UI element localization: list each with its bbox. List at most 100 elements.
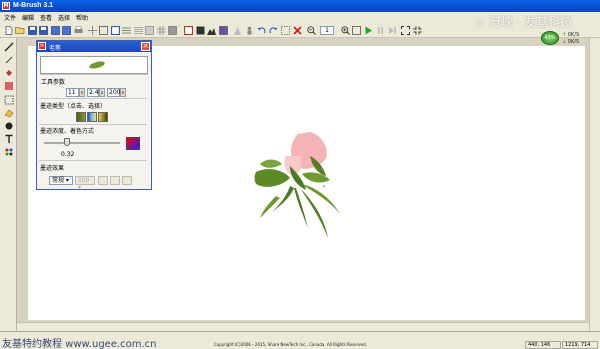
pressure-stepper-icon[interactable]: ⇕ [99,88,105,97]
figure-icon[interactable] [244,25,254,35]
save-icon[interactable] [27,25,37,35]
grid-lines-icon[interactable] [133,25,143,35]
panel-app-icon: M [38,42,46,50]
brush-tool-icon[interactable] [3,41,14,52]
density-stepper-icon[interactable]: ⇕ [120,88,126,97]
fill-tool-icon[interactable] [3,67,14,78]
arrow-up-icon: ↑ [562,32,567,38]
fullscreen-icon[interactable] [400,25,410,35]
menu-select[interactable]: 选择 [58,13,70,22]
stamp-tool-icon[interactable] [3,80,14,91]
tool-params-label: 工具参数 [41,79,66,86]
zoom-out-icon[interactable] [306,25,316,35]
ink-swatch-3[interactable] [98,112,108,122]
ink-effect-label: 墨迹效果 [40,165,65,172]
lines-icon[interactable] [121,25,131,35]
effect-opacity-value: 100 [78,177,90,184]
net-down-value: 0K/S [567,39,580,45]
copyright-symbol: © [474,16,485,29]
zoom-in-icon[interactable] [340,25,350,35]
divider [39,98,147,99]
canvas-size: 1219, 714 [562,341,598,349]
ink-type-label: 墨迹类型（点击、选择） [40,103,107,110]
grid-icon[interactable] [156,25,166,35]
pen-tool-icon[interactable] [3,54,14,65]
select-tool-icon[interactable] [3,94,14,105]
brush-stroke-preview [89,61,105,69]
window-title: M-Brush 3.1 [13,2,54,9]
play-icon[interactable] [363,25,373,35]
divider [40,74,148,75]
effect-mode-select[interactable]: 常规 ▾ [49,176,73,185]
image-icon[interactable] [218,25,228,35]
net-up-value: 0K/S [567,32,580,38]
ink-strength-label: 墨迹浓度、着色方式 [40,128,95,135]
density-input[interactable]: 200 [107,88,120,97]
eraser-tool-icon[interactable] [3,107,14,118]
zoom-input[interactable]: 1 [320,26,334,35]
size-input[interactable]: 11 [66,88,79,97]
menu-help[interactable]: 帮助 [76,13,88,22]
exit-fullscreen-icon[interactable] [412,25,422,35]
menu-view[interactable]: 查看 [40,13,52,22]
pressure-input[interactable]: 2.4 [87,88,99,97]
table-icon[interactable] [167,25,177,35]
close-icon[interactable]: × [141,42,150,51]
net-speed-badge[interactable]: 43% [541,31,559,45]
tutorial-watermark: 友基特约教程 www.ugee.com.cn [2,339,157,349]
select-area-icon[interactable] [280,25,290,35]
menu-edit[interactable]: 编辑 [22,13,34,22]
delete-icon[interactable] [292,25,302,35]
rows-icon[interactable] [144,25,154,35]
size-stepper-icon[interactable]: ⇕ [79,88,85,97]
print-icon[interactable] [73,25,83,35]
strength-slider-thumb[interactable] [64,138,70,146]
effect-opacity-select[interactable]: 100 ▾ [75,176,95,191]
fit-zoom-icon[interactable] [351,25,361,35]
watermark: © 万峡 · 友基科技 [474,13,572,30]
step-icon[interactable] [387,25,397,35]
open-folder-icon[interactable] [15,25,25,35]
pause-icon[interactable] [375,25,385,35]
app-icon: M [2,2,10,10]
net-down: ↓ 0K/S [562,39,579,45]
divider [39,124,147,125]
color-picker[interactable] [126,137,140,150]
vertical-scrollbar[interactable] [589,38,600,331]
red-frame-icon[interactable] [183,25,193,35]
stamp-icon[interactable] [232,25,242,35]
save-as-icon[interactable] [38,25,48,35]
new-file-icon[interactable] [4,25,14,35]
layer-icon[interactable] [195,25,205,35]
undo-icon[interactable] [256,25,266,35]
frame-icon[interactable] [98,25,108,35]
color-palette-icon[interactable] [3,146,14,157]
arrow-down-icon: ↓ [562,39,567,45]
net-up: ↑ 0K/S [562,32,579,38]
mountain-icon[interactable] [206,25,216,35]
text-tool-icon[interactable] [3,133,14,144]
ink-tool-icon[interactable] [3,120,14,131]
effect-extra-3[interactable] [122,176,132,185]
horizontal-scrollbar[interactable] [17,322,589,331]
effect-mode-value: 常规 [52,177,65,184]
title-bar[interactable]: M M-Brush 3.1 [0,0,600,12]
menu-file[interactable]: 文件 [4,13,16,22]
border-icon[interactable] [110,25,120,35]
move-icon[interactable] [87,25,97,35]
panel-title: 毛笔 [49,45,62,52]
effect-extra-2[interactable] [110,176,120,185]
ink-swatch-1[interactable] [76,112,86,122]
effect-extra-1[interactable] [98,176,108,185]
ink-swatch-2[interactable] [87,112,97,122]
strength-slider-track[interactable] [44,142,120,144]
status-bar: 友基特约教程 www.ugee.com.cn Copyright (C)2006… [0,331,600,349]
copyright-text: Copyright (C)2006 - 2015, Share NewTech … [214,342,367,347]
divider [39,160,147,161]
import-icon[interactable] [50,25,60,35]
panel-title-bar[interactable]: M 毛笔 × [37,41,151,52]
export-icon[interactable] [61,25,71,35]
app-window: M M-Brush 3.1 © 万峡 · 友基科技 文件 编辑 查看 选择 帮助 [0,0,600,349]
redo-icon[interactable] [268,25,278,35]
tool-palette [0,38,17,331]
